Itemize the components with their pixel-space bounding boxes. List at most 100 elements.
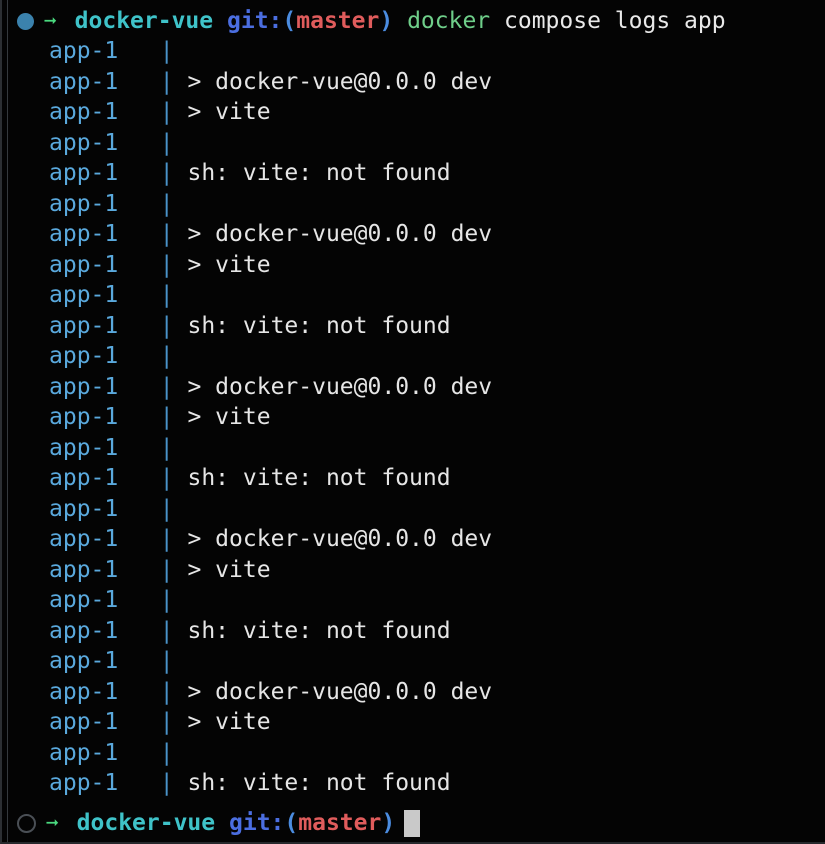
terminal-window[interactable]: app-1 | ➞ docker-vue git: ( master ) doc…	[0, 0, 825, 844]
prompt-git-branch: master	[296, 8, 380, 34]
log-message: > vite	[173, 404, 271, 430]
log-line: app-1 | > vite	[2, 402, 825, 433]
prompt-paren-open: (	[284, 810, 299, 836]
log-message: sh: vite: not found	[173, 770, 451, 796]
log-separator: |	[118, 770, 174, 796]
log-line: app-1 | > docker-vue@0.0.0 dev	[2, 524, 825, 555]
log-line: app-1 | > vite	[2, 707, 825, 738]
log-service-name: app-1	[49, 343, 119, 369]
log-separator: |	[118, 251, 174, 278]
prompt-git-label: git:	[229, 810, 285, 836]
log-separator: |	[118, 648, 174, 674]
log-message: > docker-vue@0.0.0 dev	[173, 221, 493, 247]
log-message: > vite	[173, 251, 271, 278]
log-message: > docker-vue@0.0.0 dev	[173, 526, 493, 552]
prompt-directory: docker-vue	[76, 810, 216, 836]
log-separator: |	[118, 38, 174, 64]
prompt-line-top: ➞ docker-vue git: ( master ) docker comp…	[2, 6, 726, 37]
prompt-git-label: git:	[227, 8, 283, 34]
block-cursor	[404, 809, 421, 837]
log-service-name: app-1	[49, 68, 119, 95]
log-service-name: app-1	[49, 129, 119, 156]
command-name: docker	[407, 8, 491, 34]
log-service-name: app-1	[49, 38, 119, 64]
log-message: sh: vite: not found	[173, 160, 451, 186]
prompt-line-bottom[interactable]: ➞ docker-vue git: ( master )	[2, 808, 421, 839]
log-line: app-1 | sh: vite: not found	[2, 768, 825, 799]
hollow-circle-icon	[17, 813, 36, 833]
log-separator: |	[118, 99, 174, 125]
log-service-name: app-1	[49, 739, 119, 766]
log-separator: |	[118, 343, 174, 369]
log-service-name: app-1	[49, 373, 119, 400]
log-line: app-1 |	[2, 341, 825, 372]
log-separator: |	[118, 129, 174, 156]
log-service-name: app-1	[49, 160, 119, 186]
log-line: app-1 | sh: vite: not found	[2, 616, 825, 647]
log-line: app-1 |	[2, 646, 825, 677]
log-separator: |	[118, 221, 174, 247]
log-separator: |	[118, 709, 174, 735]
log-message: > docker-vue@0.0.0 dev	[173, 68, 493, 95]
log-separator: |	[118, 373, 174, 400]
log-line: app-1 | > docker-vue@0.0.0 dev	[2, 677, 825, 708]
log-service-name: app-1	[49, 99, 119, 125]
log-line: app-1 |	[2, 189, 825, 220]
log-separator: |	[118, 465, 174, 491]
log-message: > vite	[173, 99, 271, 125]
log-separator: |	[118, 526, 174, 552]
log-separator: |	[118, 739, 174, 766]
log-line: app-1 |	[2, 494, 825, 525]
log-separator: |	[118, 282, 174, 308]
log-separator: |	[118, 434, 174, 461]
log-service-name: app-1	[49, 282, 119, 308]
prompt-paren-close: )	[379, 8, 394, 34]
log-message: > docker-vue@0.0.0 dev	[173, 678, 493, 705]
log-line: app-1 |	[2, 36, 825, 67]
filled-circle-icon	[17, 12, 34, 30]
prompt-paren-open: (	[282, 8, 297, 34]
prompt-git-branch: master	[298, 810, 382, 836]
log-service-name: app-1	[49, 251, 119, 278]
log-line: app-1 | > vite	[2, 250, 825, 281]
log-separator: |	[118, 556, 174, 583]
log-service-name: app-1	[49, 709, 119, 735]
log-line: app-1 | > docker-vue@0.0.0 dev	[2, 219, 825, 250]
log-service-name: app-1	[49, 190, 119, 217]
log-separator: |	[118, 160, 174, 186]
log-line: app-1 |	[2, 128, 825, 159]
log-separator: |	[118, 617, 174, 644]
log-message: sh: vite: not found	[173, 465, 451, 491]
log-separator: |	[118, 587, 174, 613]
log-line: app-1 | sh: vite: not found	[2, 158, 825, 189]
log-service-name: app-1	[49, 770, 119, 796]
log-line: app-1 |	[2, 433, 825, 464]
log-separator: |	[118, 404, 174, 430]
log-separator: |	[118, 678, 174, 705]
log-service-name: app-1	[49, 465, 119, 491]
log-separator: |	[118, 495, 174, 522]
log-message: > docker-vue@0.0.0 dev	[173, 373, 493, 400]
arrow-right-icon: ➞	[46, 810, 59, 835]
arrow-right-icon: ➞	[44, 8, 57, 33]
log-service-name: app-1	[49, 556, 119, 583]
log-line: app-1 |	[2, 585, 825, 616]
log-service-name: app-1	[49, 526, 119, 552]
log-service-name: app-1	[49, 221, 119, 247]
log-service-name: app-1	[49, 617, 119, 644]
log-line: app-1 | > vite	[2, 97, 825, 128]
log-message: > vite	[173, 709, 271, 735]
log-output: app-1 | app-1 | > docker-vue@0.0.0 dev app…	[2, 36, 825, 799]
prompt-directory: docker-vue	[74, 8, 214, 34]
log-message: sh: vite: not found	[173, 312, 451, 339]
log-service-name: app-1	[49, 648, 119, 674]
log-separator: |	[118, 312, 174, 339]
prompt-paren-close: )	[381, 810, 396, 836]
log-line: app-1 | > docker-vue@0.0.0 dev	[2, 372, 825, 403]
log-service-name: app-1	[49, 495, 119, 522]
log-message: sh: vite: not found	[173, 617, 451, 644]
log-line: app-1 | sh: vite: not found	[2, 311, 825, 342]
log-line: app-1 | > docker-vue@0.0.0 dev	[2, 67, 825, 98]
log-service-name: app-1	[49, 404, 119, 430]
log-service-name: app-1	[49, 434, 119, 461]
